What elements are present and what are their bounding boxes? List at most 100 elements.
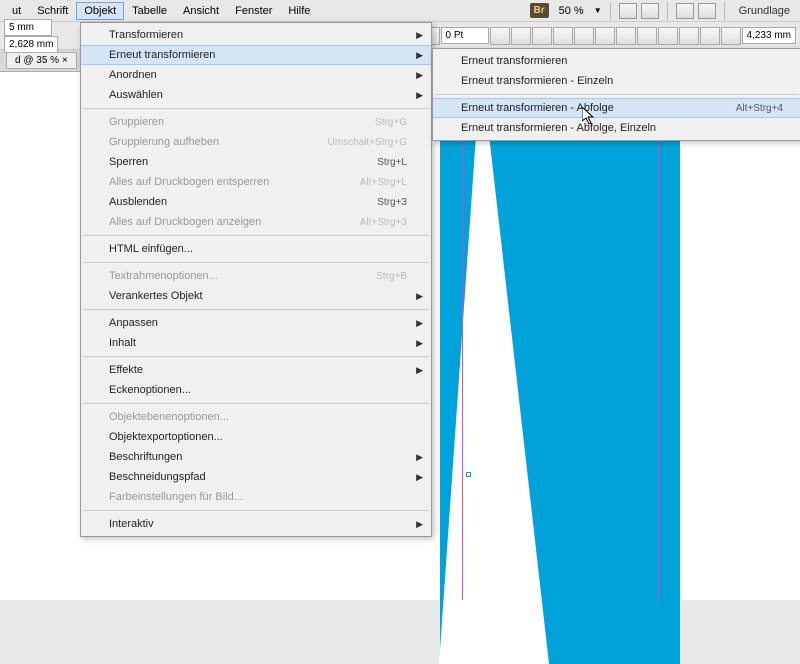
arrange-icon[interactable] [676,3,694,19]
menu-item-fenster[interactable]: Fenster [227,2,280,20]
menu-item-label: Gruppierung aufheben [109,136,328,148]
submenu-arrow-icon: ▶ [416,452,423,463]
shape-object[interactable] [440,64,680,664]
ctrl-icon[interactable] [490,27,510,45]
control-right-group: 0 Pt 4,233 mm [420,27,796,45]
menu-shortcut: Alt+Strg+L [360,177,407,188]
menu-item-verankertes-objekt[interactable]: Verankertes Objekt▶ [81,286,431,306]
menu-item-farbeinstellungen-f-r-bild: Farbeinstellungen für Bild... [81,487,431,507]
menu-item-label: Ausblenden [109,196,377,208]
menu-item-inhalt[interactable]: Inhalt▶ [81,333,431,353]
menu-shortcut: Strg+B [376,271,407,282]
menu-item-sperren[interactable]: SperrenStrg+L [81,152,431,172]
submenu-arrow-icon: ▶ [416,291,423,302]
ctrl-icon[interactable] [532,27,552,45]
screen-mode-icon[interactable] [641,3,659,19]
menu-item-tabelle[interactable]: Tabelle [124,2,175,20]
guide-vertical[interactable] [462,72,463,600]
menu-item-transformieren[interactable]: Transformieren▶ [81,25,431,45]
workspace-selector[interactable]: Grundlage [733,5,796,17]
coord-y-field[interactable]: 2,628 mm [4,36,58,53]
ctrl-icon[interactable] [574,27,594,45]
ctrl-icon[interactable] [700,27,720,45]
ctrl-icon[interactable] [658,27,678,45]
divider [724,2,725,20]
document-tab[interactable]: d @ 35 % × [6,52,77,69]
menu-item-label: Anordnen [109,69,407,81]
chevron-down-icon[interactable]: ▼ [594,6,602,15]
menu-item-alles-auf-druckbogen-entsperren: Alles auf Druckbogen entsperrenAlt+Strg+… [81,172,431,192]
stroke-weight-field[interactable]: 0 Pt [441,27,489,44]
menu-shortcut: Alt+Strg+3 [360,217,407,228]
menu-item-effekte[interactable]: Effekte ▶ [81,360,431,380]
menu-item-hilfe[interactable]: Hilfe [280,2,318,20]
menu-item-label: Erneut transformieren [109,49,407,61]
menu-item-objekt[interactable]: Objekt [76,2,124,20]
submenu-item-label: Erneut transformieren - Abfolge, Einzeln [461,122,783,134]
layout-icon[interactable] [698,3,716,19]
submenu-item-erneut-transformieren-abfolge-einzeln[interactable]: Erneut transformieren - Abfolge, Einzeln [433,118,800,138]
menu-shortcut: Alt+Strg+4 [736,103,783,114]
menu-item-label: Transformieren [109,29,407,41]
menu-item-label: Objektexportoptionen... [109,431,407,443]
submenu-item-label: Erneut transformieren - Abfolge [461,102,736,114]
bridge-icon[interactable]: Br [530,3,549,18]
menu-item-anordnen[interactable]: Anordnen▶ [81,65,431,85]
submenu-arrow-icon: ▶ [416,90,423,101]
ctrl-icon[interactable] [721,27,741,45]
guide-vertical[interactable] [658,72,659,600]
erneut-transformieren-submenu: Erneut transformieren Erneut transformier… [432,48,800,141]
submenu-arrow-icon: ▶ [416,50,423,61]
submenu-arrow-icon: ▶ [416,365,423,376]
submenu-item-erneut-transformieren[interactable]: Erneut transformieren [433,51,800,71]
menu-item-objektexportoptionen[interactable]: Objektexportoptionen... [81,427,431,447]
ctrl-icon[interactable] [511,27,531,45]
menu-item-erneut-transformieren[interactable]: Erneut transformieren ▶ [81,45,431,65]
ctrl-icon[interactable] [679,27,699,45]
objekt-menu-dropdown: Transformieren▶Erneut transformieren▶Ano… [80,22,432,537]
menu-item-ausw-hlen[interactable]: Auswählen ▶ [81,85,431,105]
view-mode-icon[interactable] [619,3,637,19]
right-measure-field[interactable]: 4,233 mm [742,27,796,44]
menu-item-textrahmenoptionen: Textrahmenoptionen...Strg+B [81,266,431,286]
menu-item-layout[interactable]: ut [4,2,29,20]
selection-handle[interactable] [466,472,471,477]
ctrl-icon[interactable] [637,27,657,45]
divider [667,2,668,20]
menu-item-label: HTML einfügen... [109,243,407,255]
menu-item-beschriftungen[interactable]: Beschriftungen ▶ [81,447,431,467]
coord-group: 5 mm 2,628 mm [4,19,58,53]
menu-item-label: Interaktiv [109,518,407,530]
menu-item-interaktiv[interactable]: Interaktiv▶ [81,514,431,534]
submenu-item-erneut-transformieren-abfolge[interactable]: Erneut transformieren - AbfolgeAlt+Strg+… [433,98,800,118]
submenu-item-erneut-transformieren-einzeln[interactable]: Erneut transformieren - Einzeln [433,71,800,91]
menu-item-label: Alles auf Druckbogen anzeigen [109,216,360,228]
menu-separator [83,356,429,357]
menu-item-gruppieren: GruppierenStrg+G [81,112,431,132]
menu-item-ansicht[interactable]: Ansicht [175,2,227,20]
menu-item-ausblenden[interactable]: AusblendenStrg+3 [81,192,431,212]
menu-item-label: Eckenoptionen... [109,384,407,396]
menu-item-label: Anpassen [109,317,407,329]
ctrl-icon[interactable] [616,27,636,45]
menu-item-schrift[interactable]: Schrift [29,2,76,20]
coord-x-field[interactable]: 5 mm [4,19,52,36]
menu-item-html-einf-gen[interactable]: HTML einfügen... [81,239,431,259]
submenu-arrow-icon: ▶ [416,338,423,349]
menu-item-label: Effekte [109,364,407,376]
menu-item-label: Beschneidungspfad [109,471,407,483]
menu-item-alles-auf-druckbogen-anzeigen: Alles auf Druckbogen anzeigenAlt+Strg+3 [81,212,431,232]
menu-item-eckenoptionen[interactable]: Eckenoptionen... [81,380,431,400]
ctrl-icon[interactable] [553,27,573,45]
menu-item-label: Objektebenenoptionen... [109,411,407,423]
menu-item-gruppierung-aufheben: Gruppierung aufhebenUmschalt+Strg+G [81,132,431,152]
menu-separator [83,262,429,263]
zoom-level[interactable]: 50 % [553,5,590,17]
menu-item-beschneidungspfad[interactable]: Beschneidungspfad▶ [81,467,431,487]
submenu-item-label: Erneut transformieren - Einzeln [461,75,783,87]
menu-item-anpassen[interactable]: Anpassen▶ [81,313,431,333]
menu-item-label: Auswählen [109,89,407,101]
ctrl-icon[interactable] [595,27,615,45]
menubar-right: Br 50 % ▼ Grundlage [530,2,797,20]
menu-item-label: Beschriftungen [109,451,407,463]
